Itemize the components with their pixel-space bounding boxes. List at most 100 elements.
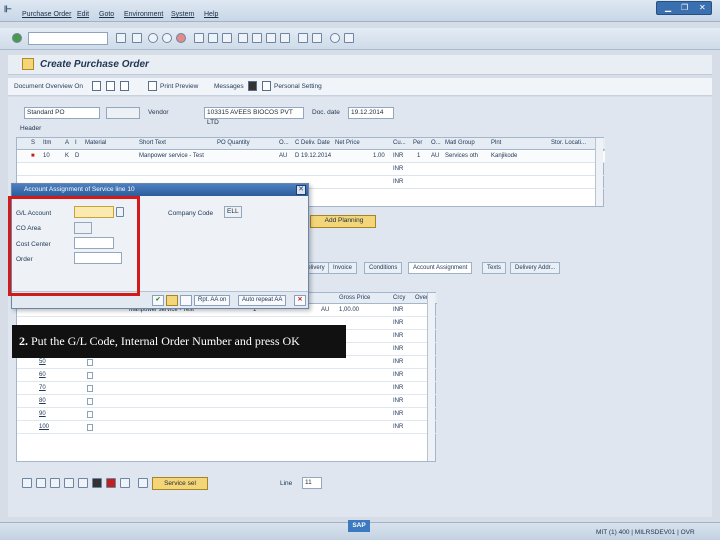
personal-setting-button[interactable]: Personal Setting <box>274 83 322 90</box>
tab-conditions[interactable]: Conditions <box>364 262 403 274</box>
menu-environment[interactable]: Environment <box>124 11 163 18</box>
layout-icon[interactable] <box>344 33 354 43</box>
row-checkbox[interactable] <box>87 424 93 431</box>
select-all-icon[interactable] <box>22 478 32 488</box>
prev-page-icon[interactable] <box>252 33 262 43</box>
vendor-field[interactable]: 103315 AVEES BIOCOS PVT LTD <box>204 107 304 126</box>
col-po-quantity[interactable]: PO Quantity <box>217 140 250 146</box>
doc-type-select[interactable]: Standard PO <box>24 107 100 119</box>
doc-date-field[interactable]: 19.12.2014 <box>348 107 394 119</box>
table-row[interactable]: 80 INR <box>17 396 437 408</box>
menu-system[interactable]: System <box>171 11 194 18</box>
col-deliv-date[interactable]: Deliv. Date <box>301 140 330 146</box>
menu-purchase-order[interactable]: Purchase Order <box>22 11 71 18</box>
print-preview-button[interactable]: Print Preview <box>160 83 198 90</box>
row-checkbox[interactable] <box>87 372 93 379</box>
more-icon[interactable] <box>180 295 192 306</box>
document-overview-button[interactable]: Document Overview On <box>14 83 83 90</box>
menu-help[interactable]: Help <box>204 11 218 18</box>
save-icon[interactable] <box>132 33 142 43</box>
tab-account-assignment[interactable]: Account Assignment <box>408 262 473 274</box>
line-field[interactable]: 11 <box>302 477 322 489</box>
auto-repeat-aa-button[interactable]: Auto repeat AA <box>238 295 287 306</box>
tab-texts[interactable]: Texts <box>482 262 507 274</box>
next-page-icon[interactable] <box>266 33 276 43</box>
hold-icon[interactable] <box>92 81 101 91</box>
services-scrollbar[interactable] <box>427 293 435 461</box>
tab-delivery-address[interactable]: Delivery Addr... <box>510 262 561 274</box>
delete-icon[interactable] <box>106 478 116 488</box>
minimize-icon[interactable]: ▁ <box>665 3 671 12</box>
display-change-icon[interactable] <box>120 81 129 91</box>
service-sel-button[interactable]: Service sel <box>152 477 208 490</box>
shortcut-icon[interactable] <box>312 33 322 43</box>
back-icon[interactable] <box>148 33 158 43</box>
menu-goto[interactable]: Goto <box>99 11 114 18</box>
insert-row-icon[interactable] <box>64 478 74 488</box>
header-toggle[interactable]: Header <box>20 125 41 132</box>
table-row[interactable]: INR <box>17 164 605 176</box>
col-gross-price[interactable]: Gross Price <box>339 295 370 301</box>
personal-setting-icon[interactable] <box>262 81 271 91</box>
col-acct[interactable]: A <box>65 140 69 146</box>
col-item[interactable]: Itm <box>43 140 51 146</box>
table-row[interactable]: 100 INR <box>17 422 437 434</box>
col-status[interactable]: S <box>31 140 35 146</box>
dropdown-icon[interactable] <box>116 33 126 43</box>
ok-button[interactable]: ✔ <box>152 295 164 306</box>
rpt-aa-on-button[interactable]: Rpt. AA on <box>194 295 231 306</box>
delete-row-icon[interactable] <box>78 478 88 488</box>
service-select-icon[interactable] <box>138 478 148 488</box>
find-next-icon[interactable] <box>222 33 232 43</box>
table-row[interactable]: 50 INR <box>17 357 437 369</box>
col-net-price[interactable]: Net Price <box>335 140 360 146</box>
col-material[interactable]: Material <box>85 140 106 146</box>
check-icon[interactable] <box>106 81 115 91</box>
menu-edit[interactable]: Edit <box>77 11 89 18</box>
messages-button[interactable]: Messages <box>214 83 244 90</box>
restore-icon[interactable]: ❐ <box>681 3 688 12</box>
row-checkbox[interactable] <box>87 385 93 392</box>
new-session-icon[interactable] <box>298 33 308 43</box>
add-planning-button[interactable]: Add Planning <box>310 215 376 228</box>
table-row[interactable]: 90 INR <box>17 409 437 421</box>
row-checkbox[interactable] <box>87 411 93 418</box>
help-icon[interactable] <box>330 33 340 43</box>
close-icon[interactable]: ✕ <box>699 3 706 12</box>
tab-invoice[interactable]: Invoice <box>328 262 358 274</box>
col-currency[interactable]: Cu... <box>393 140 406 146</box>
col-crcy[interactable]: Crcy <box>393 295 405 301</box>
filter-icon[interactable] <box>120 478 130 488</box>
print-icon[interactable] <box>194 33 204 43</box>
col-itemcat[interactable]: I <box>75 140 77 146</box>
last-page-icon[interactable] <box>280 33 290 43</box>
copy-icon[interactable] <box>50 478 60 488</box>
table-row[interactable]: 60 INR <box>17 370 437 382</box>
dialog-close-icon[interactable]: ✕ <box>296 185 306 195</box>
info-icon[interactable] <box>248 81 257 91</box>
table-row[interactable]: 70 INR <box>17 383 437 395</box>
cancel-icon[interactable] <box>176 33 186 43</box>
first-page-icon[interactable] <box>238 33 248 43</box>
enter-icon[interactable] <box>12 33 22 43</box>
command-field[interactable] <box>28 32 108 45</box>
col-order-unit[interactable]: O... <box>279 140 289 146</box>
row-checkbox[interactable] <box>87 398 93 405</box>
col-c[interactable]: C <box>295 140 299 146</box>
exit-icon[interactable] <box>162 33 172 43</box>
deselect-icon[interactable] <box>36 478 46 488</box>
sap-menu-icon[interactable]: ⊩ <box>4 4 12 15</box>
items-scrollbar[interactable] <box>595 138 603 206</box>
find-icon[interactable] <box>208 33 218 43</box>
change-icon[interactable] <box>166 295 178 306</box>
col-opu[interactable]: O... <box>431 140 441 146</box>
col-matl-group[interactable]: Matl Group <box>445 140 475 146</box>
details-icon[interactable] <box>92 478 102 488</box>
cancel-button[interactable]: ✕ <box>294 295 306 306</box>
col-stor-loc[interactable]: Stor. Locati... <box>551 140 586 146</box>
col-plant[interactable]: Plnt <box>491 140 501 146</box>
col-short-text[interactable]: Short Text <box>139 140 166 146</box>
print-preview-icon[interactable] <box>148 81 157 91</box>
row-checkbox[interactable] <box>87 359 93 366</box>
table-row[interactable]: ■ 10 K D Manpower service - Test AU D 19… <box>17 151 605 163</box>
